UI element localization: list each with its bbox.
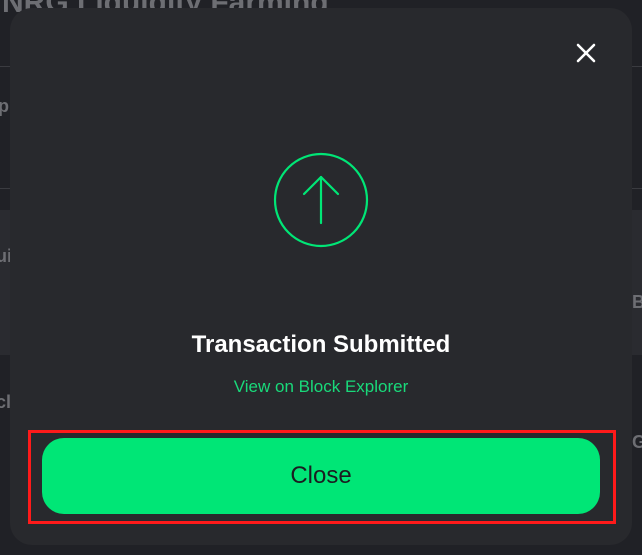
arrow-up-circle-icon <box>273 152 369 248</box>
view-on-block-explorer-link[interactable]: View on Block Explorer <box>10 377 632 397</box>
transaction-modal: Transaction Submitted View on Block Expl… <box>10 8 632 545</box>
modal-title: Transaction Submitted <box>191 331 451 358</box>
background-text-fragment: p <box>0 96 9 116</box>
close-icon[interactable] <box>575 42 597 64</box>
close-button[interactable]: Close <box>42 438 600 514</box>
background-text-fragment: B <box>632 292 642 312</box>
background-text-fragment: G <box>632 432 642 452</box>
